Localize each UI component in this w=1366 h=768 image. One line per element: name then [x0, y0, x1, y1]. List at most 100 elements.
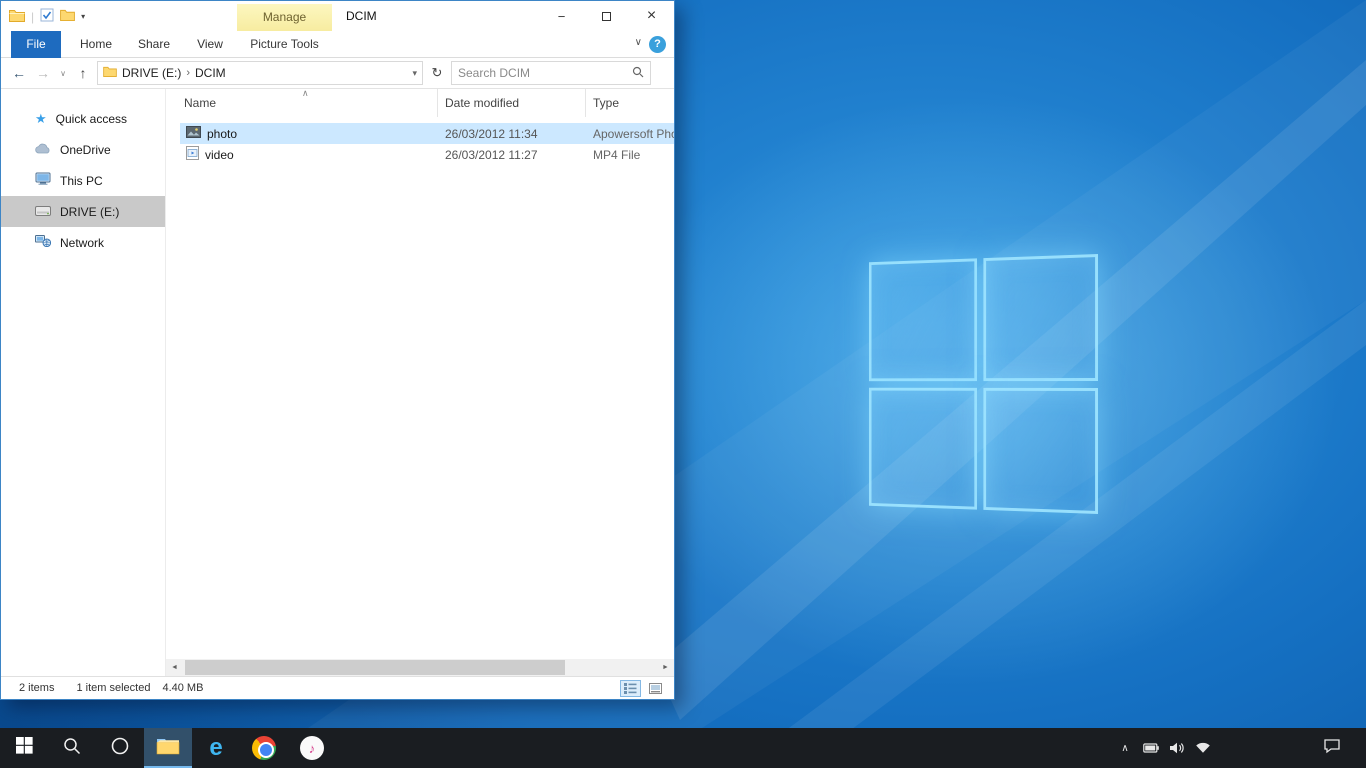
column-headers: ∧ Name Date modified Type [166, 89, 674, 117]
window-title: DCIM [346, 9, 377, 23]
qat-customize-dropdown-icon[interactable]: ▾ [81, 12, 85, 21]
scrollbar-track[interactable] [183, 659, 657, 676]
chrome-icon [252, 736, 276, 760]
sidebar-item-this-pc[interactable]: This PC [1, 165, 165, 196]
breadcrumb-separator-icon: › [186, 67, 190, 79]
taskbar-start-button[interactable] [0, 728, 48, 768]
window-controls: − × [539, 1, 674, 31]
tab-file[interactable]: File [11, 31, 61, 58]
photo-file-icon [186, 126, 201, 141]
scroll-left-icon[interactable]: ◄ [166, 664, 183, 671]
status-size: 4.40 MB [162, 682, 203, 694]
cortana-icon [110, 736, 130, 761]
help-button[interactable]: ? [649, 36, 666, 53]
sidebar-item-label: OneDrive [60, 143, 111, 157]
scrollbar-thumb[interactable] [185, 660, 565, 675]
this-pc-icon [35, 172, 51, 189]
edge-icon: e [209, 736, 222, 760]
windows-logo-pane [869, 258, 977, 380]
navigation-pane: ★ Quick access OneDrive This PC DRIVE ( [1, 89, 166, 676]
network-icon[interactable] [1190, 728, 1216, 768]
horizontal-scrollbar[interactable]: ◄ ► [166, 659, 674, 676]
address-bar[interactable]: DRIVE (E:) › DCIM ▾ [97, 61, 423, 85]
taskbar: e ♪ ∧ [0, 728, 1366, 768]
ribbon-tab-row: File Home Share View Picture Tools ∨ ? [1, 31, 674, 58]
windows-logo [869, 254, 1098, 514]
tab-view[interactable]: View [185, 31, 235, 58]
ribbon-collapse-icon[interactable]: ∨ [635, 37, 642, 48]
quick-access-toolbar: | ▾ [9, 8, 85, 25]
battery-icon[interactable] [1138, 728, 1164, 768]
sidebar-item-label: Network [60, 236, 104, 250]
search-box[interactable] [451, 61, 651, 85]
maximize-button[interactable] [584, 1, 629, 31]
file-list-area: ∧ Name Date modified Type photo 26/03/20… [166, 89, 674, 676]
refresh-button[interactable]: ↻ [427, 65, 447, 81]
tab-picture-tools[interactable]: Picture Tools [237, 31, 332, 58]
taskbar-itunes-button[interactable]: ♪ [288, 728, 336, 768]
taskbar-file-explorer-button[interactable] [144, 728, 192, 768]
column-header-date-modified[interactable]: Date modified [438, 89, 586, 117]
file-row-video[interactable]: video 26/03/2012 11:27 MP4 File [180, 144, 674, 165]
status-selection: 1 item selected [76, 682, 150, 694]
minimize-button[interactable]: − [539, 1, 584, 31]
up-button[interactable]: ↑ [73, 65, 93, 81]
sidebar-item-label: DRIVE (E:) [60, 205, 119, 219]
close-button[interactable]: × [629, 1, 674, 31]
file-rows: photo 26/03/2012 11:34 Apowersoft Pho vi… [166, 117, 674, 659]
windows-logo-pane [869, 387, 977, 509]
sidebar-item-onedrive[interactable]: OneDrive [1, 134, 165, 165]
drive-icon [35, 205, 51, 219]
action-center-button[interactable] [1312, 728, 1352, 768]
sidebar-item-label: Quick access [56, 112, 127, 126]
tab-share[interactable]: Share [127, 31, 181, 58]
search-icon[interactable] [632, 66, 644, 81]
address-toolbar: ← → ∨ ↑ DRIVE (E:) › DCIM ▾ ↻ [1, 58, 674, 89]
properties-check-icon[interactable] [40, 8, 54, 25]
file-date-modified: 26/03/2012 11:27 [438, 148, 586, 162]
thumbnails-view-button[interactable] [645, 680, 666, 697]
taskbar-chrome-button[interactable] [240, 728, 288, 768]
window-body: ★ Quick access OneDrive This PC DRIVE ( [1, 89, 674, 676]
title-bar[interactable]: | ▾ Manage DCIM − × [1, 1, 674, 31]
onedrive-cloud-icon [35, 143, 51, 157]
back-button[interactable]: ← [9, 65, 29, 81]
breadcrumb-folder[interactable]: DCIM [195, 66, 226, 80]
sidebar-item-network[interactable]: Network [1, 227, 165, 258]
address-dropdown-icon[interactable]: ▾ [412, 68, 417, 79]
network-icon [35, 235, 51, 250]
qat-separator: | [31, 10, 34, 24]
sidebar-item-quick-access[interactable]: ★ Quick access [1, 103, 165, 134]
windows-start-icon [16, 737, 33, 759]
breadcrumb-drive[interactable]: DRIVE (E:) [122, 66, 181, 80]
view-toggles [620, 680, 666, 697]
hidden-icons-chevron[interactable]: ∧ [1112, 728, 1138, 768]
explorer-folder-icon[interactable] [9, 9, 25, 25]
history-dropdown-icon[interactable]: ∨ [57, 69, 69, 78]
file-row-photo[interactable]: photo 26/03/2012 11:34 Apowersoft Pho [180, 123, 674, 144]
scroll-right-icon[interactable]: ► [657, 664, 674, 671]
forward-button[interactable]: → [33, 65, 53, 81]
sidebar-item-drive-e[interactable]: DRIVE (E:) [1, 196, 165, 227]
quick-access-star-icon: ★ [35, 111, 47, 127]
sidebar-item-label: This PC [60, 174, 103, 188]
search-input[interactable] [458, 66, 632, 80]
file-date-modified: 26/03/2012 11:34 [438, 127, 586, 141]
status-bar: 2 items 1 item selected 4.40 MB [1, 676, 674, 699]
contextual-tab-group-manage[interactable]: Manage [237, 4, 332, 31]
sort-ascending-icon[interactable]: ∧ [302, 88, 309, 99]
video-file-icon [186, 146, 199, 163]
volume-icon[interactable] [1164, 728, 1190, 768]
details-view-button[interactable] [620, 680, 641, 697]
tab-home[interactable]: Home [69, 31, 123, 58]
windows-logo-pane [983, 387, 1098, 514]
file-name: video [205, 148, 234, 162]
taskbar-edge-button[interactable]: e [192, 728, 240, 768]
address-folder-icon [103, 66, 117, 80]
new-folder-icon[interactable] [60, 9, 75, 24]
taskbar-search-button[interactable] [48, 728, 96, 768]
taskbar-cortana-button[interactable] [96, 728, 144, 768]
file-type: MP4 File [586, 148, 674, 162]
column-header-type[interactable]: Type [586, 89, 674, 117]
maximize-icon [602, 12, 611, 21]
